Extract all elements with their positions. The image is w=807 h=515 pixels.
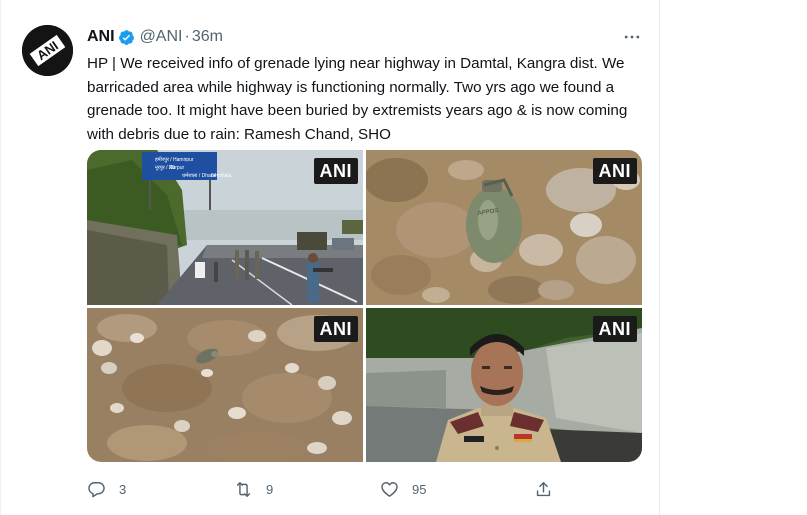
heart-icon [381,482,398,497]
author-avatar[interactable]: ANI [22,25,73,76]
reply-button[interactable]: 3 [87,480,126,499]
like-count: 95 [412,482,427,497]
like-button[interactable]: 95 [380,480,426,499]
ani-watermark: ANI [313,316,358,342]
retweet-count: 9 [266,482,274,497]
more-options-button[interactable] [620,27,644,47]
ani-watermark: ANI [592,316,637,342]
tweet-actions: 3 9 95 [87,480,587,500]
media-grid[interactable]: हमीरपुर / Hamirpur नूरपुर / Nurpur धर्मश… [87,150,642,462]
share-icon [536,482,551,497]
tweet-timestamp[interactable]: 36m [192,28,223,46]
ani-watermark: ANI [592,158,637,184]
tweet-text: HP | We received info of grenade lying n… [87,55,628,143]
share-button[interactable] [534,480,566,499]
tweet-card[interactable]: ANI ANI @ANI · 36m HP | We received info… [0,0,660,515]
reply-icon [88,482,105,498]
verified-badge-icon [118,29,135,46]
signboard-number-1: 20 [169,165,175,171]
tweet-header: ANI @ANI · 36m [87,27,223,47]
photo-highway[interactable]: हमीरपुर / Hamirpur नूरपुर / Nurpur धर्मश… [87,150,363,305]
ani-logo-icon: ANI [22,25,73,76]
author-name[interactable]: ANI [87,28,115,46]
signboard-line-3: धर्मशाला / Dharamshala [182,172,232,179]
photo-debris[interactable]: ANI [87,308,363,462]
signboard-number-2: 64 [211,173,217,179]
more-icon [624,35,640,39]
author-handle[interactable]: @ANI [140,28,183,46]
header-separator: · [184,28,190,45]
retweet-icon [236,482,251,497]
ani-watermark: ANI [313,158,358,184]
photo-officer[interactable]: ANI [366,308,642,462]
signboard-line-1: हमीरपुर / Hamirpur [155,156,194,163]
reply-count: 3 [119,482,127,497]
photo-grenade[interactable]: APPOS ANI [366,150,642,305]
retweet-button[interactable]: 9 [234,480,273,499]
